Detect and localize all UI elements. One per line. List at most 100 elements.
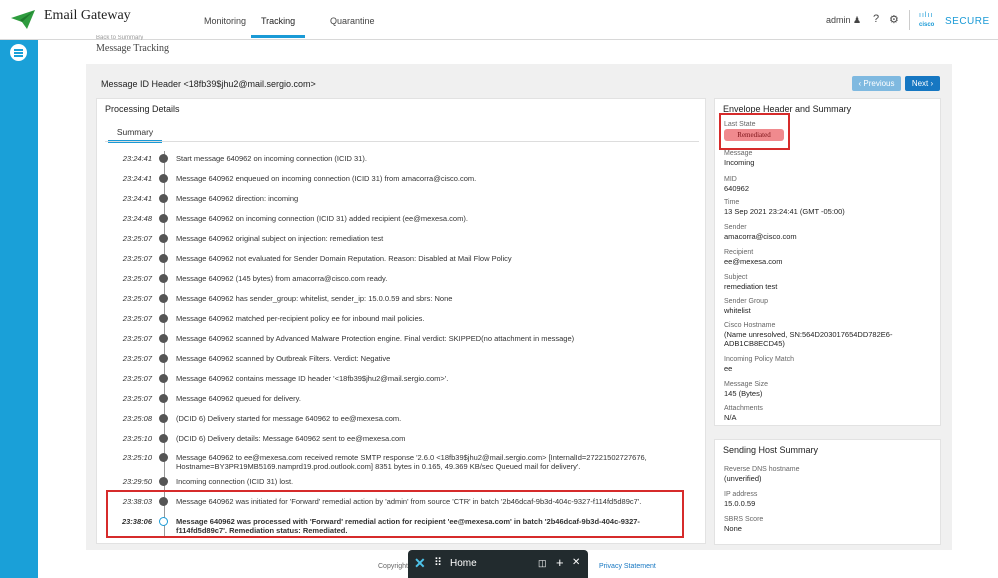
cisco-bars-icon: ıılıı (919, 12, 934, 19)
timeline-dot (159, 414, 168, 423)
event-description: Message 640962 not evaluated for Sender … (176, 254, 512, 263)
event-time: 23:25:07 (122, 254, 152, 263)
event-description: Message 640962 direction: incoming (176, 194, 299, 203)
event-time: 23:29:50 (122, 477, 152, 486)
envelope-field: Attachments N/A (724, 404, 936, 422)
event-description: Incoming connection (ICID 31) lost. (176, 477, 294, 486)
timeline-dot (159, 434, 168, 443)
timeline-dot (159, 274, 168, 283)
field-label: Message Size (724, 381, 768, 388)
hamburger-menu-icon[interactable] (10, 44, 27, 61)
field-value: (Name unresolved, SN:564D203017654DD782E… (724, 330, 893, 348)
event-description: Message 640962 contains message ID heade… (176, 374, 449, 383)
cisco-wordmark: cisco (919, 22, 935, 28)
event-time: 23:25:10 (122, 453, 152, 462)
event-description: Message 640962 original subject on injec… (176, 234, 384, 243)
field-label: Subject (724, 274, 748, 281)
processing-details-title: Processing Details (105, 104, 180, 114)
envelope-field: MID 640962 (724, 175, 936, 193)
last-state-highlight (719, 113, 790, 150)
envelope-field: Recipient ee@mexesa.com (724, 248, 936, 266)
plus-icon[interactable]: + (556, 555, 564, 570)
event-description: (DCID 6) Delivery details: Message 64096… (176, 434, 406, 443)
username: admin (826, 15, 851, 25)
event-time: 23:25:07 (122, 354, 152, 363)
timeline-dot (159, 294, 168, 303)
event-description: Message 640962 queued for delivery. (176, 394, 301, 403)
field-label: MID (724, 176, 737, 183)
field-label: Cisco Hostname (724, 322, 776, 329)
next-button[interactable]: Next › (905, 76, 940, 91)
field-value: ee@mexesa.com (724, 257, 783, 266)
timeline-dot (159, 214, 168, 223)
sending-host-field: IP address 15.0.0.59 (724, 490, 936, 508)
event-time: 23:25:07 (122, 274, 152, 283)
envelope-field: Incoming Policy Match ee (724, 355, 936, 373)
field-label: Time (724, 199, 740, 206)
envelope-field: Cisco Hostname (Name unresolved, SN:564D2… (724, 321, 936, 348)
event-description: (DCID 6) Delivery started for message 64… (176, 414, 402, 423)
event-description: Message 640962 scanned by Outbreak Filte… (176, 354, 391, 363)
sending-host-field: Reverse DNS hostname (unverified) (724, 465, 936, 483)
tab-monitoring[interactable]: Monitoring (204, 16, 246, 26)
tab-quarantine[interactable]: Quarantine (330, 16, 375, 26)
timeline-dot (159, 254, 168, 263)
secure-wordmark: SECURE (945, 16, 990, 27)
envelope-field: Message Incoming (724, 149, 936, 167)
back-to-summary-link[interactable]: Back to Summary (96, 35, 143, 40)
event-time: 23:25:10 (122, 434, 152, 443)
field-value: 13 Sep 2021 23:24:41 (GMT -05:00) (724, 207, 845, 216)
left-sidebar (0, 40, 38, 578)
timeline-dot (159, 453, 168, 462)
event-time: 23:24:41 (122, 154, 152, 163)
field-value: whitelist (724, 306, 751, 315)
timeline-dot (159, 477, 168, 486)
tab-underline (105, 141, 699, 142)
field-label: Sender Group (724, 298, 768, 305)
event-description: Message 640962 scanned by Advanced Malwa… (176, 334, 575, 343)
field-label: SBRS Score (724, 516, 764, 523)
timeline-dot (159, 394, 168, 403)
previous-button[interactable]: ‹ Previous (852, 76, 901, 91)
event-description: Message 640962 to ee@mexesa.com received… (176, 453, 647, 471)
field-label: Recipient (724, 249, 754, 256)
tab-tracking[interactable]: Tracking (251, 16, 306, 38)
home-label[interactable]: Home (450, 558, 477, 569)
top-navigation-bar: Email Gateway Monitoring Tracking Quaran… (0, 0, 998, 40)
event-description: Message 640962 (145 bytes) from amacorra… (176, 274, 388, 283)
timeline-dot (159, 234, 168, 243)
envelope-field: Sender amacorra@cisco.com (724, 223, 936, 241)
event-description: Start message 640962 on incoming connect… (176, 154, 367, 163)
event-time: 23:25:08 (122, 414, 152, 423)
gear-icon[interactable]: ⚙ (889, 13, 899, 26)
paper-plane-logo-icon (11, 10, 35, 29)
app-title: Email Gateway (44, 8, 131, 23)
help-icon[interactable]: ? (873, 13, 879, 25)
grid-icon[interactable]: ⠿ (434, 556, 442, 569)
timeline-dot (159, 354, 168, 363)
event-description: Message 640962 on incoming connection (I… (176, 214, 468, 223)
cisco-logo: ıılıı cisco (919, 12, 935, 28)
close-icon[interactable]: ✕ (572, 557, 580, 568)
event-description: Message 640962 enqueued on incoming conn… (176, 174, 477, 183)
sending-host-field: SBRS Score None (724, 515, 936, 533)
field-label: IP address (724, 491, 758, 498)
user-menu[interactable]: admin ♟ (826, 15, 861, 26)
field-value: None (724, 524, 742, 533)
field-value: amacorra@cisco.com (724, 232, 797, 241)
field-value: remediation test (724, 282, 778, 291)
page-title: Message Tracking (96, 43, 170, 54)
timeline-dot (159, 374, 168, 383)
processing-details-panel: Processing Details Summary 23:24:41 Start… (96, 98, 706, 544)
privacy-statement-link[interactable]: Privacy Statement (599, 563, 656, 570)
divider (909, 10, 910, 30)
timeline-dot (159, 154, 168, 163)
event-description: Message 640962 has sender_group: whiteli… (176, 294, 453, 303)
event-time: 23:25:07 (122, 234, 152, 243)
user-icon: ♟ (853, 15, 862, 25)
event-time: 23:25:07 (122, 394, 152, 403)
window-icon[interactable]: ◫ (538, 558, 547, 569)
event-description: Message 640962 matched per-recipient pol… (176, 314, 425, 323)
field-label: Sender (724, 224, 747, 231)
envelope-field: Sender Group whitelist (724, 297, 936, 315)
